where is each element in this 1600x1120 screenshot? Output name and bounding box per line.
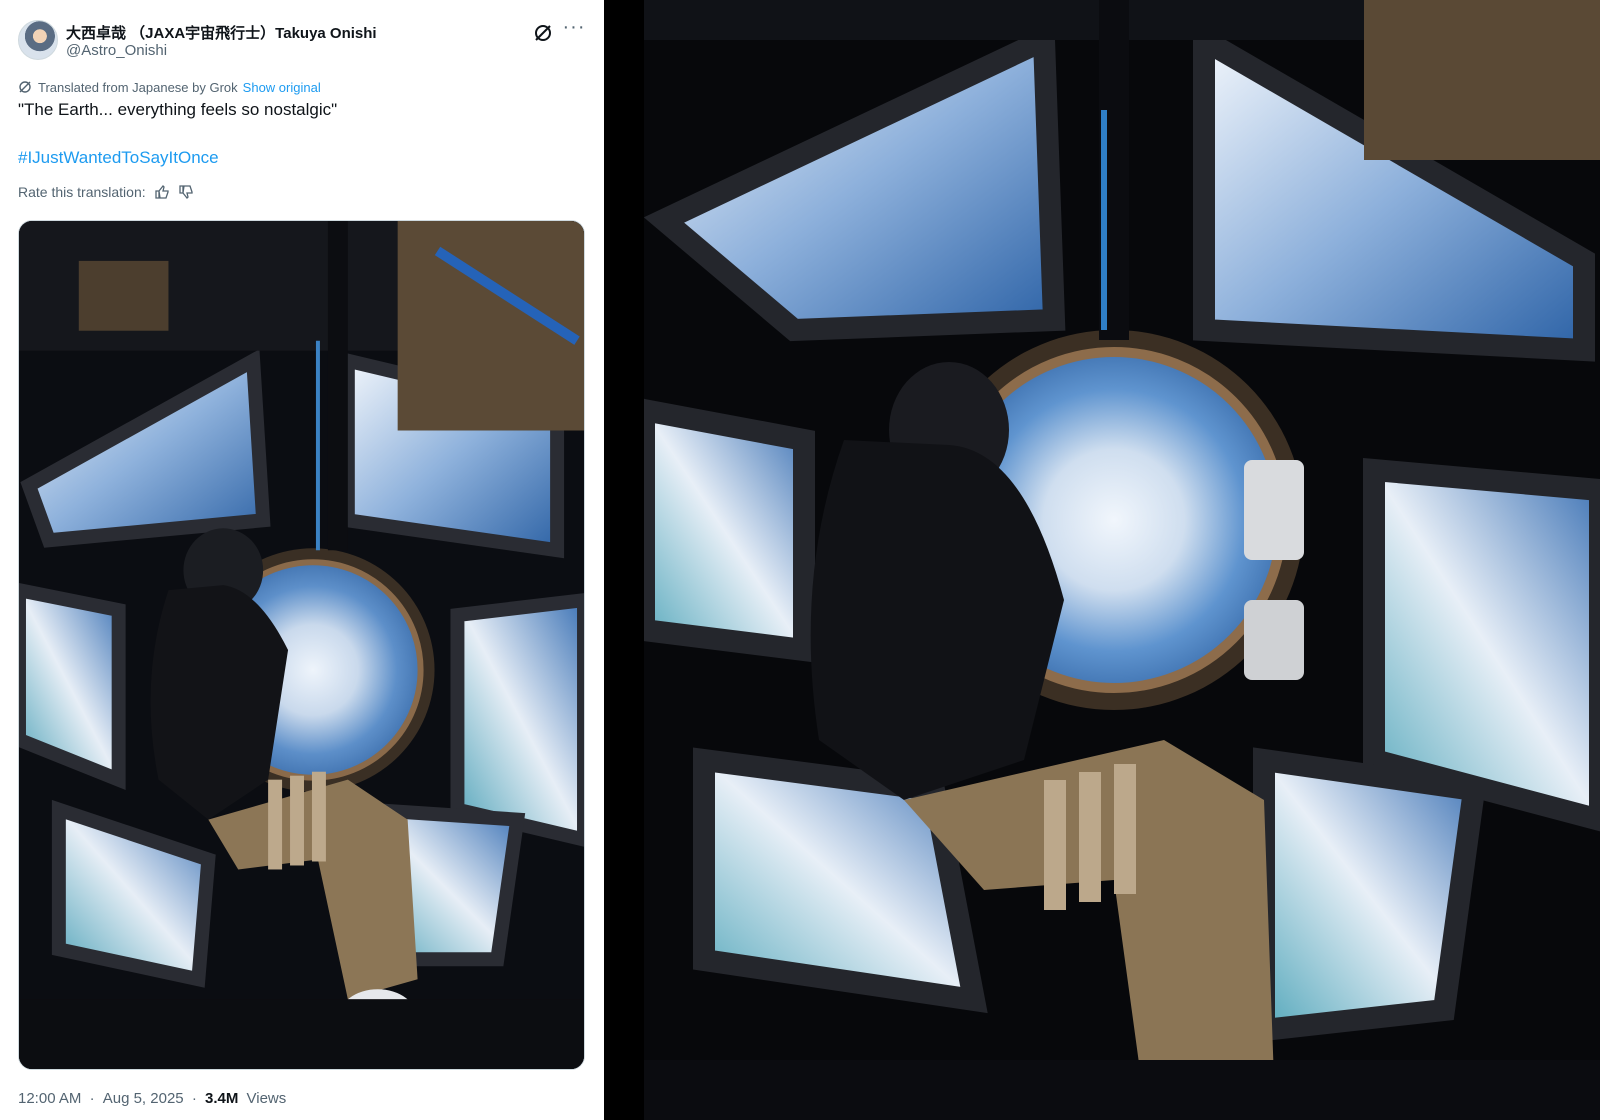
translation-notice: Translated from Japanese by Grok Show or… (18, 78, 321, 96)
avatar[interactable] (18, 20, 58, 60)
meta-separator: · (191, 1090, 197, 1107)
tweet-time[interactable]: 12:00 AM (18, 1090, 81, 1107)
more-icon[interactable]: ··· (560, 17, 588, 42)
views-count: 3.4M (204, 1090, 239, 1107)
tweet-card: 大西卓哉 （JAXA宇宙飛行士）Takuya Onishi @Astro_Oni… (0, 0, 604, 1120)
rate-translation: Rate this translation: (18, 184, 194, 200)
tweet-photo[interactable] (18, 220, 585, 1070)
views-label: Views (246, 1090, 287, 1107)
tweet-header: 大西卓哉 （JAXA宇宙飛行士）Takuya Onishi @Astro_Oni… (18, 17, 588, 62)
tweet-date[interactable]: Aug 5, 2025 (103, 1090, 184, 1107)
show-original-link[interactable]: Show original (243, 80, 321, 95)
tweet-meta: 12:00 AM · Aug 5, 2025 · 3.4M Views (18, 1090, 286, 1107)
author-display-name[interactable]: 大西卓哉 （JAXA宇宙飛行士）Takuya Onishi (66, 22, 377, 43)
rate-label: Rate this translation: (18, 184, 146, 200)
meta-separator: · (89, 1090, 95, 1107)
grok-small-icon (19, 81, 31, 93)
thumbs-down-icon[interactable] (178, 184, 194, 200)
enlarged-photo (644, 0, 1600, 1120)
author-handle[interactable]: @Astro_Onishi (66, 42, 167, 59)
hashtag-link[interactable]: #IJustWantedToSayItOnce (18, 148, 219, 168)
translation-label: Translated from Japanese by Grok (38, 79, 238, 95)
grok-icon[interactable] (532, 22, 554, 44)
thumbs-up-icon[interactable] (154, 184, 170, 200)
tweet-text: "The Earth... everything feels so nostal… (18, 100, 338, 119)
